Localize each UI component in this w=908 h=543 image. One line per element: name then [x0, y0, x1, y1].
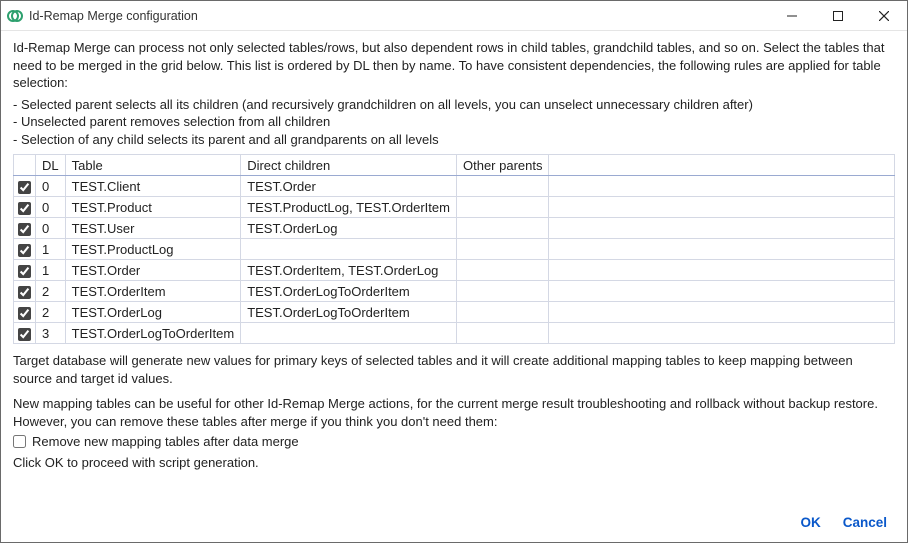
minimize-button[interactable] [769, 1, 815, 31]
table-row[interactable]: 2TEST.OrderLogTEST.OrderLogToOrderItem [14, 302, 895, 323]
cell-dl: 3 [36, 323, 66, 344]
titlebar: Id-Remap Merge configuration [1, 1, 907, 31]
grid-header-row: DL Table Direct children Other parents [14, 155, 895, 176]
col-header-other-parents[interactable]: Other parents [456, 155, 549, 176]
table-row[interactable]: 0TEST.UserTEST.OrderLog [14, 218, 895, 239]
cell-dl: 1 [36, 260, 66, 281]
row-checkbox[interactable] [18, 307, 31, 320]
remove-mapping-label[interactable]: Remove new mapping tables after data mer… [32, 434, 299, 449]
cell-direct-children: TEST.OrderItem, TEST.OrderLog [241, 260, 457, 281]
cell-other-parents [456, 176, 549, 197]
remove-mapping-checkbox[interactable] [13, 435, 26, 448]
cell-direct-children: TEST.OrderLogToOrderItem [241, 302, 457, 323]
dialog-window: Id-Remap Merge configuration Id-Remap Me… [0, 0, 908, 543]
cell-dl: 1 [36, 239, 66, 260]
cell-dl: 2 [36, 302, 66, 323]
remove-mapping-option: Remove new mapping tables after data mer… [13, 434, 895, 449]
cell-spacer [549, 260, 895, 281]
close-button[interactable] [861, 1, 907, 31]
ok-button[interactable]: OK [800, 515, 820, 530]
cell-table: TEST.Client [65, 176, 241, 197]
cell-direct-children: TEST.OrderLogToOrderItem [241, 281, 457, 302]
table-row[interactable]: 0TEST.ClientTEST.Order [14, 176, 895, 197]
tables-grid: DL Table Direct children Other parents 0… [13, 154, 895, 344]
cell-other-parents [456, 239, 549, 260]
cell-other-parents [456, 302, 549, 323]
row-checkbox[interactable] [18, 328, 31, 341]
row-checkbox[interactable] [18, 286, 31, 299]
cell-table: TEST.User [65, 218, 241, 239]
window-title: Id-Remap Merge configuration [29, 9, 198, 23]
cell-spacer [549, 302, 895, 323]
cell-table: TEST.OrderItem [65, 281, 241, 302]
cell-spacer [549, 218, 895, 239]
row-checkbox[interactable] [18, 223, 31, 236]
row-checkbox[interactable] [18, 265, 31, 278]
cell-spacer [549, 281, 895, 302]
cell-table: TEST.OrderLogToOrderItem [65, 323, 241, 344]
row-checkbox[interactable] [18, 244, 31, 257]
table-row[interactable]: 2TEST.OrderItemTEST.OrderLogToOrderItem [14, 281, 895, 302]
cell-spacer [549, 176, 895, 197]
cell-dl: 0 [36, 176, 66, 197]
cell-table: TEST.OrderLog [65, 302, 241, 323]
col-header-table[interactable]: Table [65, 155, 241, 176]
dialog-footer: OK Cancel [1, 505, 907, 542]
rules-list: - Selected parent selects all its childr… [13, 96, 895, 149]
dialog-content: Id-Remap Merge can process not only sele… [1, 31, 907, 505]
cell-dl: 0 [36, 197, 66, 218]
col-header-direct-children[interactable]: Direct children [241, 155, 457, 176]
cell-direct-children [241, 323, 457, 344]
table-row[interactable]: 1TEST.OrderTEST.OrderItem, TEST.OrderLog [14, 260, 895, 281]
cell-table: TEST.Order [65, 260, 241, 281]
post-text-3: Click OK to proceed with script generati… [13, 455, 895, 470]
cell-other-parents [456, 260, 549, 281]
col-header-dl[interactable]: DL [36, 155, 66, 176]
cell-spacer [549, 197, 895, 218]
col-header-checkbox [14, 155, 36, 176]
cell-other-parents [456, 323, 549, 344]
cell-other-parents [456, 281, 549, 302]
cell-direct-children [241, 239, 457, 260]
cell-table: TEST.ProductLog [65, 239, 241, 260]
table-row[interactable]: 3TEST.OrderLogToOrderItem [14, 323, 895, 344]
cell-dl: 2 [36, 281, 66, 302]
cell-other-parents [456, 197, 549, 218]
cell-direct-children: TEST.OrderLog [241, 218, 457, 239]
table-row[interactable]: 0TEST.ProductTEST.ProductLog, TEST.Order… [14, 197, 895, 218]
cell-direct-children: TEST.Order [241, 176, 457, 197]
post-text-2: New mapping tables can be useful for oth… [13, 395, 895, 430]
cell-dl: 0 [36, 218, 66, 239]
cell-direct-children: TEST.ProductLog, TEST.OrderItem [241, 197, 457, 218]
cell-table: TEST.Product [65, 197, 241, 218]
maximize-button[interactable] [815, 1, 861, 31]
post-text-1: Target database will generate new values… [13, 352, 895, 387]
table-row[interactable]: 1TEST.ProductLog [14, 239, 895, 260]
cell-other-parents [456, 218, 549, 239]
rule-1: - Selected parent selects all its childr… [13, 96, 895, 114]
row-checkbox[interactable] [18, 202, 31, 215]
col-header-spacer [549, 155, 895, 176]
cell-spacer [549, 323, 895, 344]
cell-spacer [549, 239, 895, 260]
cancel-button[interactable]: Cancel [843, 515, 887, 530]
rule-2: - Unselected parent removes selection fr… [13, 113, 895, 131]
intro-text: Id-Remap Merge can process not only sele… [13, 39, 895, 92]
app-icon [7, 8, 23, 24]
row-checkbox[interactable] [18, 181, 31, 194]
rule-3: - Selection of any child selects its par… [13, 131, 895, 149]
